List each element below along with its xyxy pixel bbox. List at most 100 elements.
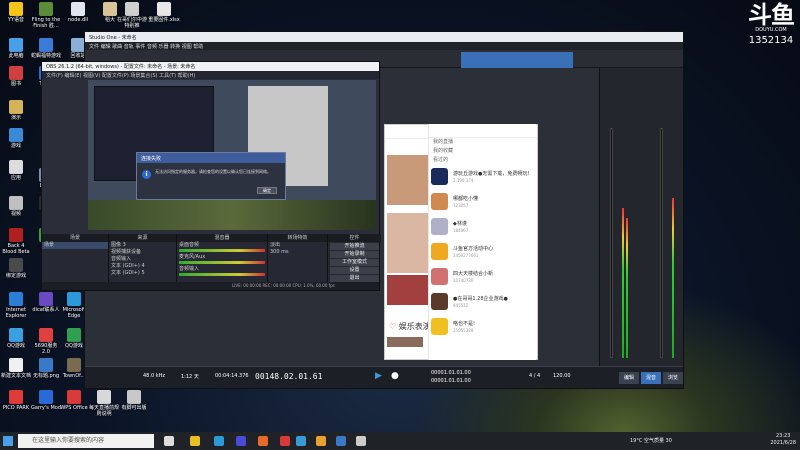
daw-menu[interactable]: 文件 编辑 歌曲 音轨 事件 音频 乐器 转换 视图 帮助	[85, 42, 683, 50]
app-icon	[39, 358, 53, 372]
edge-icon[interactable]	[214, 436, 224, 446]
mixer-track[interactable]: 音频输入	[177, 266, 267, 273]
mixer-track[interactable]: 桌面音频	[177, 242, 267, 249]
app-icon[interactable]	[296, 436, 306, 446]
app-icon	[9, 2, 23, 16]
source-item[interactable]: 图像 3	[109, 242, 176, 249]
desktop-icon[interactable]: 在哥们尔中游特别推	[116, 2, 148, 29]
obs-docks[interactable]: 场景 场景 来源 图像 3 视频捕获设备 音频输入 文本 (GDI+) 4 文本 (GD…	[42, 234, 381, 290]
daw-transport[interactable]: 48.0 kHz 1:12 天 00:04:14.376 00148.02.01…	[85, 366, 683, 388]
desktop-icon[interactable]: 视频	[0, 196, 32, 217]
stream-thumbnail[interactable]	[387, 337, 423, 347]
desktop-icon[interactable]: 此电脑	[0, 38, 32, 59]
source-item[interactable]: 视频捕获设备	[109, 249, 176, 256]
stream-thumbnail[interactable]	[387, 275, 429, 305]
obs-taskbar-icon[interactable]	[236, 436, 246, 446]
list-item[interactable]: 斗鱼官方活动中心 1459277661	[429, 240, 536, 265]
desktop-icon[interactable]: Back 4 Blood Beta	[0, 228, 32, 255]
app-icon[interactable]	[280, 436, 290, 446]
daw-mixer-panel[interactable]	[599, 68, 683, 366]
desktop-icon[interactable]: 演示	[0, 100, 32, 121]
control-button[interactable]: 开始推流	[330, 243, 379, 250]
control-button[interactable]: 开始录制	[330, 251, 379, 258]
connection-failed-dialog[interactable]: 连接失败 i 无法访问指定的服务器，请检查您的设置以确认您已连接到网络。 确定	[136, 152, 286, 200]
list-item-count: 1459277661	[453, 253, 479, 258]
source-item[interactable]: 音频输入	[109, 256, 176, 263]
desktop-icon[interactable]: 每天直播前规则说明	[88, 390, 120, 417]
taskbar[interactable]: 在这里输入你要搜索的内容 19°C 空气质量 30 23:23 2021/6/2…	[0, 432, 800, 450]
fader[interactable]	[660, 128, 663, 358]
stream-thumbnail[interactable]	[387, 213, 429, 273]
app-icon[interactable]	[356, 436, 366, 446]
list-item[interactable]: 哪都吃小懂 123057	[429, 190, 536, 215]
transition-select[interactable]: 淡出	[268, 242, 327, 249]
list-item-name: ●在哥哥1.28企业游戏●	[453, 296, 508, 302]
avatar	[431, 293, 448, 310]
desktop-icon[interactable]: PICO PARK	[0, 390, 32, 411]
mix-button[interactable]: 混音	[641, 372, 661, 384]
desktop-icon-label: WPS Office	[60, 405, 88, 411]
daw-title: Studio One - 未命名	[85, 32, 683, 42]
browse-button[interactable]: 浏览	[663, 372, 683, 384]
list-item-name: 咯也不是!	[453, 321, 476, 327]
desktop-icon[interactable]: 游戏	[0, 128, 32, 149]
heart-icon: ♡	[389, 322, 397, 331]
control-button[interactable]: 工作室模式	[330, 259, 379, 266]
douyu-taskbar-icon[interactable]	[316, 436, 326, 446]
nested-scene	[88, 200, 376, 230]
desktop-icon[interactable]: 新建文本文档	[0, 358, 32, 379]
transition-duration[interactable]: 300 ms	[268, 249, 327, 256]
scene-item[interactable]: 场景	[42, 242, 108, 249]
desktop-icon[interactable]: YY语音	[0, 2, 32, 23]
source-item[interactable]: 文本 (GDI+) 4	[109, 263, 176, 270]
desktop-icon[interactable]: 有脚可出版	[118, 390, 150, 411]
sidebar-icons[interactable]	[429, 124, 536, 138]
task-view-icon[interactable]	[164, 436, 174, 446]
daw-mode-segment[interactable]	[461, 52, 573, 68]
douyu-sidebar[interactable]: 我的直播 我的收藏 看过的 游玩丘游戏●无需下载，免费畅玩！ 2,190,374 哪都吃…	[428, 124, 536, 360]
windows-start-icon[interactable]	[3, 436, 13, 446]
list-item[interactable]: ●在哥哥1.28企业游戏● 945512	[429, 290, 536, 315]
studio-one-taskbar-icon[interactable]	[336, 436, 346, 446]
desktop-icon[interactable]: 绑定游戏	[0, 258, 32, 279]
app-icon	[9, 128, 23, 142]
list-item[interactable]: 四大天楼结合小新 10740730	[429, 265, 536, 290]
app-icon	[39, 292, 53, 306]
desktop-icon[interactable]: WPS Office	[58, 390, 90, 411]
list-item[interactable]: 游玩丘游戏●无需下载，免费畅玩！ 2,190,374	[429, 165, 536, 190]
firefox-icon[interactable]	[258, 436, 268, 446]
control-button[interactable]: 退出	[330, 275, 379, 282]
level-meter	[622, 208, 624, 358]
desktop-icon[interactable]: Fling to the Finish 胜...	[30, 2, 62, 29]
weather[interactable]: 19°C 空气质量 30	[630, 437, 672, 444]
clock[interactable]: 23:23 2021/6/28	[770, 433, 796, 447]
fader[interactable]	[610, 128, 613, 358]
stream-thumbnail[interactable]	[387, 155, 429, 205]
desktop-icon[interactable]: Internet Explorer	[0, 292, 32, 319]
sidebar-item[interactable]: 我的收藏	[429, 147, 536, 156]
edit-button[interactable]: 编辑	[619, 372, 639, 384]
desktop-icon[interactable]: node.dll	[62, 2, 94, 23]
play-button[interactable]: ▶	[375, 371, 382, 381]
source-item[interactable]: 文本 (GDI+) 5	[109, 270, 176, 277]
avatar	[431, 168, 448, 185]
sidebar-item[interactable]: 我的直播	[429, 138, 536, 147]
desktop-icon[interactable]: QQ游戏	[0, 328, 32, 349]
sidebar-item[interactable]: 看过的	[429, 156, 536, 165]
list-item[interactable]: ◆林谨 184967	[429, 215, 536, 240]
mixer-track[interactable]: 麦克风/Aux	[177, 254, 267, 261]
obs-menu[interactable]: 文件(F) 编辑(E) 视图(V) 配置文件(P) 场景集合(S) 工具(T) …	[42, 71, 379, 79]
app-icon	[9, 100, 23, 114]
file-explorer-icon[interactable]	[190, 436, 200, 446]
record-button[interactable]: ●	[391, 371, 399, 381]
app-icon	[9, 228, 23, 242]
control-button[interactable]: 设置	[330, 267, 379, 274]
desktop-icon[interactable]: 应用	[0, 160, 32, 181]
desktop-icon-label: 蛇蝎福特游戏	[30, 53, 61, 59]
ok-button[interactable]: 确定	[257, 187, 277, 194]
list-item[interactable]: 咯也不是! 25055389	[429, 315, 536, 340]
desktop-icon[interactable]: 重要固件.xlsx	[148, 2, 180, 23]
desktop-icon[interactable]: 蛇蝎福特游戏	[30, 38, 62, 59]
desktop-icon[interactable]: 图书	[0, 66, 32, 87]
taskbar-search[interactable]: 在这里输入你要搜索的内容	[18, 434, 154, 448]
